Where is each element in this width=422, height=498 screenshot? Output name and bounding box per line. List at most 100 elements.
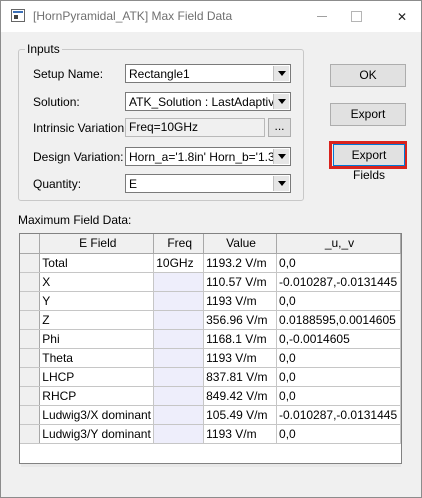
- field-cell[interactable]: Z: [39, 310, 155, 330]
- field-cell[interactable]: RHCP: [39, 386, 155, 406]
- maximize-icon: [350, 11, 362, 22]
- max-field-data-dialog: [HornPyramidal_ATK] Max Field Data ✕ Inp…: [0, 0, 422, 498]
- design-variation-label: Design Variation:: [33, 150, 124, 164]
- column-header-freq[interactable]: Freq: [153, 234, 205, 254]
- minimize-icon: [317, 16, 327, 17]
- field-cell[interactable]: X: [39, 272, 155, 292]
- row-header-cell[interactable]: [20, 424, 41, 444]
- table-row[interactable]: Ludwig3/X dominant 105.49 V/m -0.010287,…: [20, 405, 401, 425]
- freq-cell[interactable]: [153, 386, 205, 406]
- quantity-dropdown[interactable]: E: [125, 174, 291, 193]
- field-cell[interactable]: Ludwig3/Y dominant: [39, 424, 155, 444]
- value-cell[interactable]: 1168.1 V/m: [203, 329, 278, 349]
- freq-cell[interactable]: [153, 291, 205, 311]
- column-header-uv[interactable]: _u,_v: [276, 234, 401, 254]
- app-window-icon: [11, 9, 25, 22]
- freq-cell[interactable]: [153, 424, 205, 444]
- value-cell[interactable]: 849.42 V/m: [203, 386, 278, 406]
- field-cell[interactable]: Ludwig3/X dominant: [39, 405, 155, 425]
- export-fields-button[interactable]: Export Fields: [333, 144, 405, 182]
- horizontal-scrollbar[interactable]: [21, 464, 401, 467]
- quantity-value: E: [129, 176, 138, 191]
- maximize-button[interactable]: [339, 1, 373, 32]
- table-row[interactable]: Theta 1193 V/m 0,0: [20, 348, 401, 368]
- field-cell[interactable]: Theta: [39, 348, 155, 368]
- uv-cell[interactable]: 0.0188595,0.0014605: [276, 310, 401, 330]
- minimize-button[interactable]: [305, 1, 339, 32]
- freq-cell[interactable]: [153, 367, 205, 387]
- export-button[interactable]: Export: [330, 103, 406, 126]
- dropdown-arrow-icon[interactable]: [273, 149, 289, 164]
- row-header-cell[interactable]: [20, 367, 41, 387]
- value-cell[interactable]: 105.49 V/m: [203, 405, 278, 425]
- close-icon: ✕: [396, 9, 408, 24]
- value-cell[interactable]: 1193 V/m: [203, 291, 278, 311]
- intrinsic-variation-browse-button[interactable]: ...: [268, 118, 291, 137]
- row-header-cell[interactable]: [20, 405, 41, 425]
- uv-cell[interactable]: 0,0: [276, 291, 401, 311]
- table-row[interactable]: RHCP 849.42 V/m 0,0: [20, 386, 401, 406]
- uv-cell[interactable]: 0,0: [276, 424, 401, 444]
- solution-dropdown[interactable]: ATK_Solution : LastAdaptive: [125, 92, 291, 111]
- value-cell[interactable]: 110.57 V/m: [203, 272, 278, 292]
- row-header-cell[interactable]: [20, 272, 41, 292]
- window-title: [HornPyramidal_ATK] Max Field Data: [33, 9, 233, 23]
- value-cell[interactable]: 837.81 V/m: [203, 367, 278, 387]
- value-cell[interactable]: 1193 V/m: [203, 424, 278, 444]
- column-header-e-field[interactable]: E Field: [39, 234, 155, 254]
- freq-cell[interactable]: [153, 329, 205, 349]
- row-header-cell[interactable]: [20, 291, 41, 311]
- table-row[interactable]: Y 1193 V/m 0,0: [20, 291, 401, 311]
- freq-cell[interactable]: [153, 310, 205, 330]
- uv-cell[interactable]: -0.010287,-0.0131445: [276, 405, 401, 425]
- table-row[interactable]: LHCP 837.81 V/m 0,0: [20, 367, 401, 387]
- uv-cell[interactable]: 0,0: [276, 367, 401, 387]
- value-cell[interactable]: 1193 V/m: [203, 348, 278, 368]
- row-header-cell[interactable]: [20, 310, 41, 330]
- table-row[interactable]: Z 356.96 V/m 0.0188595,0.0014605: [20, 310, 401, 330]
- row-header-cell[interactable]: [20, 348, 41, 368]
- freq-cell[interactable]: [153, 348, 205, 368]
- quantity-label: Quantity:: [33, 177, 82, 191]
- corner-header-cell[interactable]: [20, 234, 41, 254]
- design-variation-dropdown[interactable]: Horn_a='1.8in' Horn_b='1.3999: [125, 147, 291, 166]
- ok-button[interactable]: OK: [330, 64, 406, 87]
- dropdown-arrow-icon[interactable]: [273, 94, 289, 109]
- intrinsic-variation-label: Intrinsic Variation:: [33, 121, 128, 135]
- row-header-cell[interactable]: [20, 253, 41, 273]
- uv-cell[interactable]: 0,0: [276, 253, 401, 273]
- row-header-cell[interactable]: [20, 386, 41, 406]
- field-cell[interactable]: LHCP: [39, 367, 155, 387]
- max-field-data-grid: E Field Freq Value _u,_v Total 10GHz 119…: [19, 233, 402, 464]
- intrinsic-variation-field: Freq=10GHz: [125, 118, 265, 137]
- table-row[interactable]: Ludwig3/Y dominant 1193 V/m 0,0: [20, 424, 401, 444]
- column-header-value[interactable]: Value: [203, 234, 278, 254]
- row-header-cell[interactable]: [20, 329, 41, 349]
- table-row[interactable]: X 110.57 V/m -0.010287,-0.0131445: [20, 272, 401, 292]
- title-bar: [HornPyramidal_ATK] Max Field Data ✕: [1, 1, 421, 32]
- field-cell[interactable]: Total: [39, 253, 155, 273]
- value-cell[interactable]: 356.96 V/m: [203, 310, 278, 330]
- freq-cell[interactable]: [153, 272, 205, 292]
- table-row[interactable]: Phi 1168.1 V/m 0,-0.0014605: [20, 329, 401, 349]
- solution-value: ATK_Solution : LastAdaptive: [129, 94, 273, 109]
- uv-cell[interactable]: 0,0: [276, 348, 401, 368]
- uv-cell[interactable]: -0.010287,-0.0131445: [276, 272, 401, 292]
- uv-cell[interactable]: 0,-0.0014605: [276, 329, 401, 349]
- value-cell[interactable]: 1193.2 V/m: [203, 253, 278, 273]
- field-cell[interactable]: Y: [39, 291, 155, 311]
- freq-cell[interactable]: [153, 405, 205, 425]
- setup-name-label: Setup Name:: [33, 67, 104, 81]
- field-table: E Field Freq Value _u,_v Total 10GHz 119…: [20, 234, 401, 444]
- dropdown-arrow-icon[interactable]: [273, 176, 289, 191]
- dropdown-arrow-icon[interactable]: [273, 66, 289, 81]
- uv-cell[interactable]: 0,0: [276, 386, 401, 406]
- table-row[interactable]: Total 10GHz 1193.2 V/m 0,0: [20, 253, 401, 273]
- solution-label: Solution:: [33, 95, 80, 109]
- freq-cell[interactable]: 10GHz: [153, 253, 205, 273]
- field-cell[interactable]: Phi: [39, 329, 155, 349]
- table-header-row: E Field Freq Value _u,_v: [20, 234, 401, 254]
- close-button[interactable]: ✕: [385, 1, 419, 32]
- design-variation-value: Horn_a='1.8in' Horn_b='1.3999: [129, 149, 273, 164]
- setup-name-dropdown[interactable]: Rectangle1: [125, 64, 291, 83]
